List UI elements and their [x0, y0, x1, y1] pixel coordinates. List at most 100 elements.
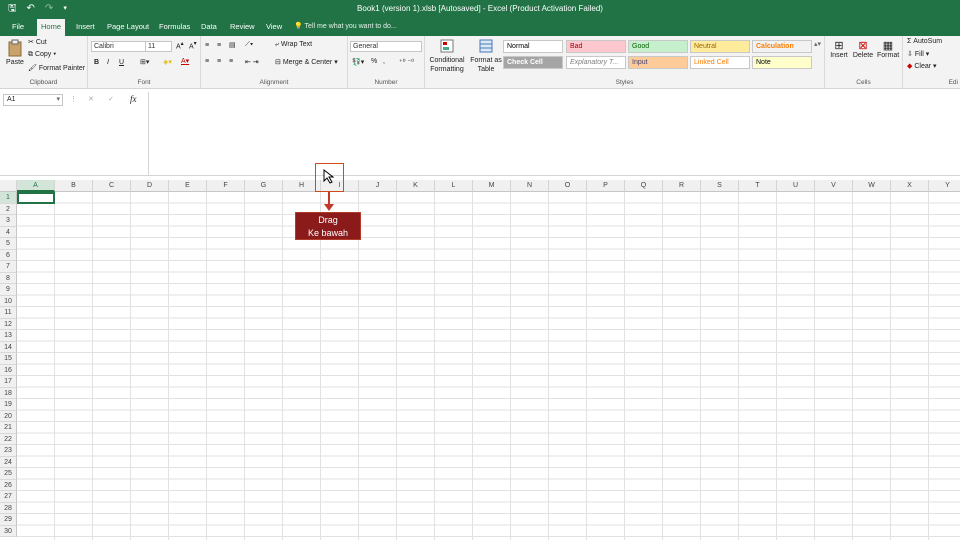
orientation-icon[interactable]: ⟋▾	[245, 41, 253, 49]
row-header-18[interactable]: 18	[0, 387, 17, 399]
horizontal-align-icons[interactable]: ≡ ≡ ≡	[205, 58, 236, 65]
tab-page-layout[interactable]: Page Layout	[103, 19, 153, 36]
font-size-select[interactable]: 11	[145, 41, 172, 52]
tell-me-search[interactable]: 💡 Tell me what you want to do...	[294, 21, 418, 33]
formula-input[interactable]	[148, 92, 960, 176]
column-header-j[interactable]: J	[359, 180, 397, 192]
row-header-23[interactable]: 23	[0, 445, 17, 457]
cell-style-neutral[interactable]: Neutral	[690, 40, 750, 53]
column-header-c[interactable]: C	[93, 180, 131, 192]
column-header-d[interactable]: D	[131, 180, 169, 192]
column-header-g[interactable]: G	[245, 180, 283, 192]
fill-button[interactable]: ⇩ Fill ▾	[907, 50, 929, 58]
column-header-o[interactable]: O	[549, 180, 587, 192]
row-header-22[interactable]: 22	[0, 433, 17, 445]
insert-function-button[interactable]: fx	[130, 94, 137, 104]
format-cells-button[interactable]: ▦ Format	[877, 39, 899, 59]
row-header-8[interactable]: 8	[0, 272, 17, 284]
cut-button[interactable]: ✂ Cut	[28, 38, 47, 46]
bold-button[interactable]: B	[94, 59, 99, 66]
clear-button[interactable]: ◆ Clear ▾	[907, 62, 937, 70]
cancel-icon[interactable]: ✕	[88, 95, 94, 103]
percent-button[interactable]: %	[371, 58, 377, 65]
column-header-m[interactable]: M	[473, 180, 511, 192]
row-header-7[interactable]: 7	[0, 261, 17, 273]
column-header-u[interactable]: U	[777, 180, 815, 192]
grow-font-icon[interactable]: A▴	[176, 41, 184, 50]
row-header-26[interactable]: 26	[0, 479, 17, 491]
styles-scroll-icon[interactable]: ▴▾	[814, 40, 821, 48]
font-color-icon[interactable]: A▾	[181, 57, 189, 65]
italic-button[interactable]: I	[107, 59, 109, 66]
row-header-21[interactable]: 21	[0, 422, 17, 434]
column-header-y[interactable]: Y	[929, 180, 960, 192]
row-header-16[interactable]: 16	[0, 364, 17, 376]
column-header-e[interactable]: E	[169, 180, 207, 192]
column-header-t[interactable]: T	[739, 180, 777, 192]
indent-icons[interactable]: ⇤ ⇥	[245, 58, 259, 66]
cell-style-normal[interactable]: Normal	[503, 40, 563, 53]
column-header-n[interactable]: N	[511, 180, 549, 192]
active-cell[interactable]	[17, 192, 55, 204]
row-header-12[interactable]: 12	[0, 318, 17, 330]
column-header-b[interactable]: B	[55, 180, 93, 192]
column-header-r[interactable]: R	[663, 180, 701, 192]
wrap-text-button[interactable]: ⤶ Wrap Text	[275, 41, 312, 49]
row-header-28[interactable]: 28	[0, 502, 17, 514]
copy-button[interactable]: ⧉ Copy ▾	[28, 51, 56, 59]
formula-bar-more-icon[interactable]: ⋮	[70, 95, 77, 103]
comma-button[interactable]: ,	[383, 58, 385, 65]
column-header-x[interactable]: X	[891, 180, 929, 192]
cell-style-bad[interactable]: Bad	[566, 40, 626, 53]
row-header-6[interactable]: 6	[0, 249, 17, 261]
tab-home[interactable]: Home	[37, 19, 66, 36]
cell-style-good[interactable]: Good	[628, 40, 688, 53]
tab-formulas[interactable]: Formulas	[155, 19, 194, 36]
format-as-table-button[interactable]: Format as Table	[469, 39, 503, 74]
format-painter-button[interactable]: 🖌 Format Painter	[28, 64, 85, 72]
accounting-icon[interactable]: 💱▾	[352, 58, 364, 66]
row-header-20[interactable]: 20	[0, 410, 17, 422]
row-header-30[interactable]: 30	[0, 525, 17, 537]
row-header-14[interactable]: 14	[0, 341, 17, 353]
column-header-f[interactable]: F	[207, 180, 245, 192]
cell-style-input[interactable]: Input	[628, 56, 688, 69]
tab-view[interactable]: View	[262, 19, 286, 36]
column-header-s[interactable]: S	[701, 180, 739, 192]
enter-icon[interactable]: ✓	[108, 95, 114, 103]
cells-area[interactable]	[17, 192, 960, 540]
number-format-select[interactable]: General	[350, 41, 422, 52]
row-header-9[interactable]: 9	[0, 284, 17, 296]
column-header-l[interactable]: L	[435, 180, 473, 192]
merge-center-button[interactable]: ⊟ Merge & Center ▾	[275, 58, 338, 66]
borders-icon[interactable]: ⊞▾	[140, 58, 149, 66]
row-header-1[interactable]: 1	[0, 192, 17, 204]
row-header-4[interactable]: 4	[0, 226, 17, 238]
decimal-icons[interactable]: ⁺⁰ ⁻⁰	[399, 58, 414, 66]
fill-color-icon[interactable]: ◈▾	[163, 58, 172, 66]
underline-button[interactable]: U	[119, 59, 124, 66]
name-box[interactable]: A1 ▾	[3, 94, 63, 106]
cell-style-check-cell[interactable]: Check Cell	[503, 56, 563, 69]
tab-insert[interactable]: Insert	[72, 19, 99, 36]
row-header-13[interactable]: 13	[0, 330, 17, 342]
vertical-align-icons[interactable]: ≡ ≡ ▤	[205, 41, 239, 49]
select-all-button[interactable]	[0, 180, 17, 192]
row-header-5[interactable]: 5	[0, 238, 17, 250]
column-header-a[interactable]: A	[17, 180, 55, 192]
row-header-25[interactable]: 25	[0, 468, 17, 480]
cell-style-note[interactable]: Note	[752, 56, 812, 69]
cell-style-calculation[interactable]: Calculation	[752, 40, 812, 53]
row-header-24[interactable]: 24	[0, 456, 17, 468]
conditional-formatting-button[interactable]: Conditional Formatting	[427, 39, 467, 74]
column-header-p[interactable]: P	[587, 180, 625, 192]
row-header-10[interactable]: 10	[0, 295, 17, 307]
row-header-27[interactable]: 27	[0, 491, 17, 503]
row-header-19[interactable]: 19	[0, 399, 17, 411]
row-header-3[interactable]: 3	[0, 215, 17, 227]
paste-button[interactable]: Paste	[5, 39, 25, 66]
row-header-2[interactable]: 2	[0, 203, 17, 215]
tab-file[interactable]: File	[8, 19, 28, 36]
delete-cells-button[interactable]: ⊠ Delete	[852, 39, 874, 59]
insert-cells-button[interactable]: ⊞ Insert	[829, 39, 849, 59]
